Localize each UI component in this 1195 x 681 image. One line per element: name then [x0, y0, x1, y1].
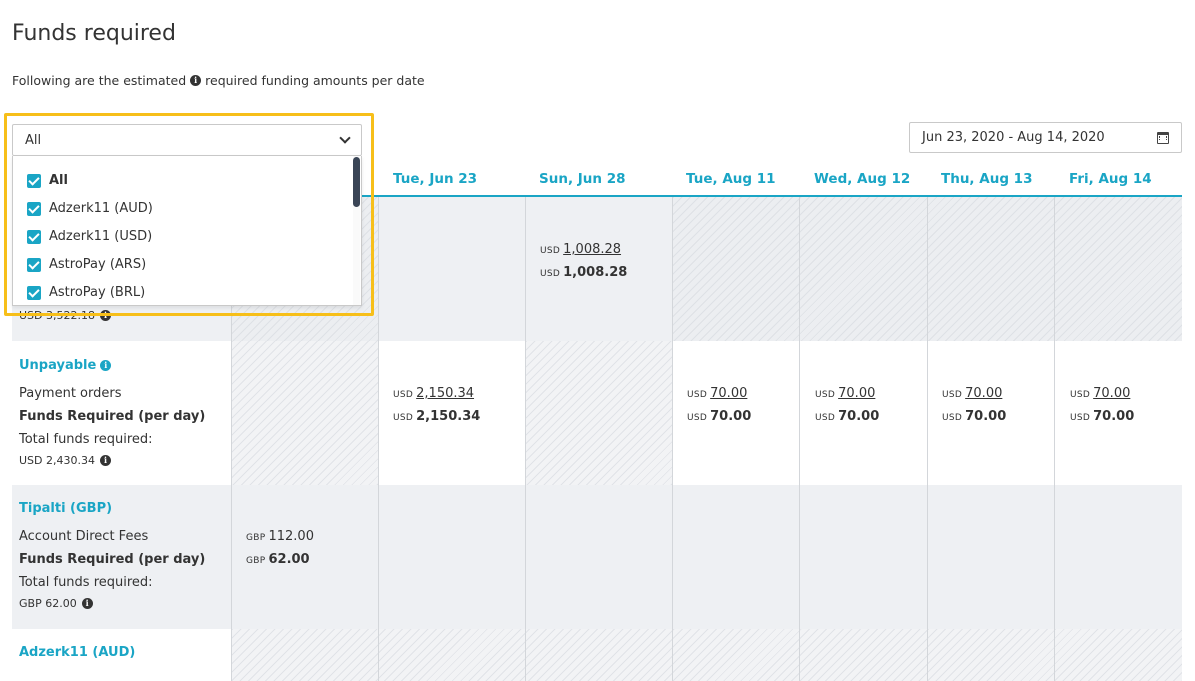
- column-header: Tue, Jun 23: [393, 171, 478, 187]
- currency-code: GBP: [246, 533, 266, 543]
- required-amount: USD 70.00: [1070, 409, 1134, 424]
- amount-value: 112.00: [268, 529, 314, 544]
- required-amount: USD 2,150.34: [393, 409, 480, 424]
- filter-option-label: All: [49, 173, 68, 188]
- total-amount: GBP 62.00: [19, 597, 77, 610]
- filter-option-label: AstroPay (BRL): [49, 285, 146, 300]
- amount-value: 70.00: [838, 409, 880, 424]
- currency-code: USD: [815, 390, 836, 400]
- amount-value: 70.00: [710, 409, 752, 424]
- section-tipalti-gbp: Tipalti (GBP) Account Direct Fees Funds …: [12, 485, 1182, 629]
- payment-amount[interactable]: USD 70.00: [942, 386, 1002, 401]
- amount-value: 70.00: [710, 386, 748, 401]
- amount-value: 1,008.28: [563, 242, 622, 257]
- select-value: All: [25, 132, 42, 148]
- info-icon[interactable]: i: [81, 598, 93, 609]
- amount-value: 70.00: [838, 386, 876, 401]
- checkbox-checked-icon[interactable]: [27, 229, 41, 244]
- payment-amount[interactable]: USD 70.00: [1070, 386, 1130, 401]
- page-title: Funds required: [12, 21, 176, 46]
- amount-value: 2,150.34: [416, 409, 481, 424]
- info-icon[interactable]: i: [190, 75, 202, 86]
- amount-value: 70.00: [1093, 409, 1135, 424]
- filter-option-label: Adzerk11 (AUD): [49, 201, 153, 216]
- label-total-funds: Total funds required:: [19, 575, 153, 590]
- currency-code: USD: [942, 413, 963, 423]
- currency-code: USD: [393, 390, 414, 400]
- required-amount: USD 70.00: [687, 409, 751, 424]
- payment-amount[interactable]: USD 1,008.28: [540, 242, 621, 257]
- fees-amount: GBP 112.00: [246, 529, 314, 544]
- currency-code: USD: [687, 413, 708, 423]
- filter-option[interactable]: Adzerk11 (USD): [27, 229, 152, 244]
- payment-amount[interactable]: USD 70.00: [815, 386, 875, 401]
- info-icon[interactable]: i: [100, 360, 112, 371]
- required-amount: USD 70.00: [942, 409, 1006, 424]
- amount-value: 1,008.28: [563, 265, 628, 280]
- currency-code: USD: [1070, 390, 1091, 400]
- payment-amount[interactable]: USD 70.00: [687, 386, 747, 401]
- column-header: Thu, Aug 13: [941, 171, 1033, 187]
- total-amount: USD 3,522.18: [19, 309, 95, 322]
- calendar-icon: [1157, 131, 1169, 144]
- currency-code: USD: [1070, 413, 1091, 423]
- filter-option[interactable]: AstroPay (BRL): [27, 285, 145, 300]
- currency-code: USD: [393, 413, 414, 423]
- section-title-unpayable[interactable]: Unpayable i: [19, 358, 112, 373]
- account-filter-select[interactable]: All: [12, 124, 362, 156]
- column-header: Tue, Aug 11: [686, 171, 776, 187]
- filter-option-label: Adzerk11 (USD): [49, 229, 153, 244]
- checkbox-checked-icon[interactable]: [27, 257, 41, 272]
- label-funds-required: Funds Required (per day): [19, 409, 206, 424]
- label-total-funds: Total funds required:: [19, 432, 153, 447]
- label-funds-required: Funds Required (per day): [19, 552, 206, 567]
- required-amount: GBP 62.00: [246, 552, 310, 567]
- checkbox-checked-icon[interactable]: [27, 285, 41, 300]
- required-amount: USD 1,008.28: [540, 265, 627, 280]
- section-adzerk11-aud: Adzerk11 (AUD): [12, 629, 1182, 681]
- subtitle-text-before: Following are the estimated: [12, 73, 187, 88]
- currency-code: USD: [815, 413, 836, 423]
- filter-option-label: AstroPay (ARS): [49, 257, 147, 272]
- section-unpayable: Unpayable i Payment orders Funds Require…: [12, 341, 1182, 485]
- filter-option-all[interactable]: All: [27, 173, 68, 188]
- menu-scrollbar-thumb[interactable]: [353, 157, 360, 207]
- amount-value: 70.00: [1093, 386, 1131, 401]
- total-funds-value: USD 2,430.34 i: [19, 454, 111, 467]
- section-title-text: Unpayable: [19, 358, 97, 373]
- column-header: Wed, Aug 12: [814, 171, 911, 187]
- currency-code: USD: [540, 269, 561, 279]
- section-title-tipalti[interactable]: Tipalti (GBP): [19, 501, 112, 516]
- amount-value: 70.00: [965, 386, 1003, 401]
- account-filter-menu: All Adzerk11 (AUD) Adzerk11 (USD) AstroP…: [12, 156, 362, 306]
- currency-code: GBP: [246, 556, 266, 566]
- amount-value: 70.00: [965, 409, 1007, 424]
- checkbox-checked-icon[interactable]: [27, 201, 41, 216]
- total-funds-value: USD 3,522.18 i: [19, 309, 111, 322]
- label-payment-orders: Payment orders: [19, 386, 122, 401]
- total-amount: USD 2,430.34: [19, 454, 95, 467]
- amount-value: 62.00: [268, 552, 310, 567]
- info-icon[interactable]: i: [100, 310, 111, 321]
- subtitle-text-after: required funding amounts per date: [205, 73, 425, 88]
- date-range-picker[interactable]: Jun 23, 2020 - Aug 14, 2020: [909, 122, 1182, 153]
- checkbox-checked-icon[interactable]: [27, 173, 41, 188]
- currency-code: USD: [540, 246, 561, 256]
- currency-code: USD: [687, 390, 708, 400]
- filter-option[interactable]: Adzerk11 (AUD): [27, 201, 153, 216]
- currency-code: USD: [942, 390, 963, 400]
- column-header: Fri, Aug 14: [1069, 171, 1152, 187]
- filter-option[interactable]: AstroPay (ARS): [27, 257, 146, 272]
- total-funds-value: GBP 62.00 i: [19, 597, 93, 610]
- chevron-down-icon: [339, 132, 351, 144]
- page-subtitle: Following are the estimated i required f…: [12, 73, 425, 88]
- amount-value: 2,150.34: [416, 386, 475, 401]
- payment-amount[interactable]: USD 2,150.34: [393, 386, 474, 401]
- column-header: Sun, Jun 28: [539, 171, 626, 187]
- date-range-value: Jun 23, 2020 - Aug 14, 2020: [922, 130, 1105, 145]
- label-account-direct-fees: Account Direct Fees: [19, 529, 149, 544]
- required-amount: USD 70.00: [815, 409, 879, 424]
- section-title-adzerk11-aud[interactable]: Adzerk11 (AUD): [19, 645, 135, 660]
- info-icon[interactable]: i: [100, 455, 111, 466]
